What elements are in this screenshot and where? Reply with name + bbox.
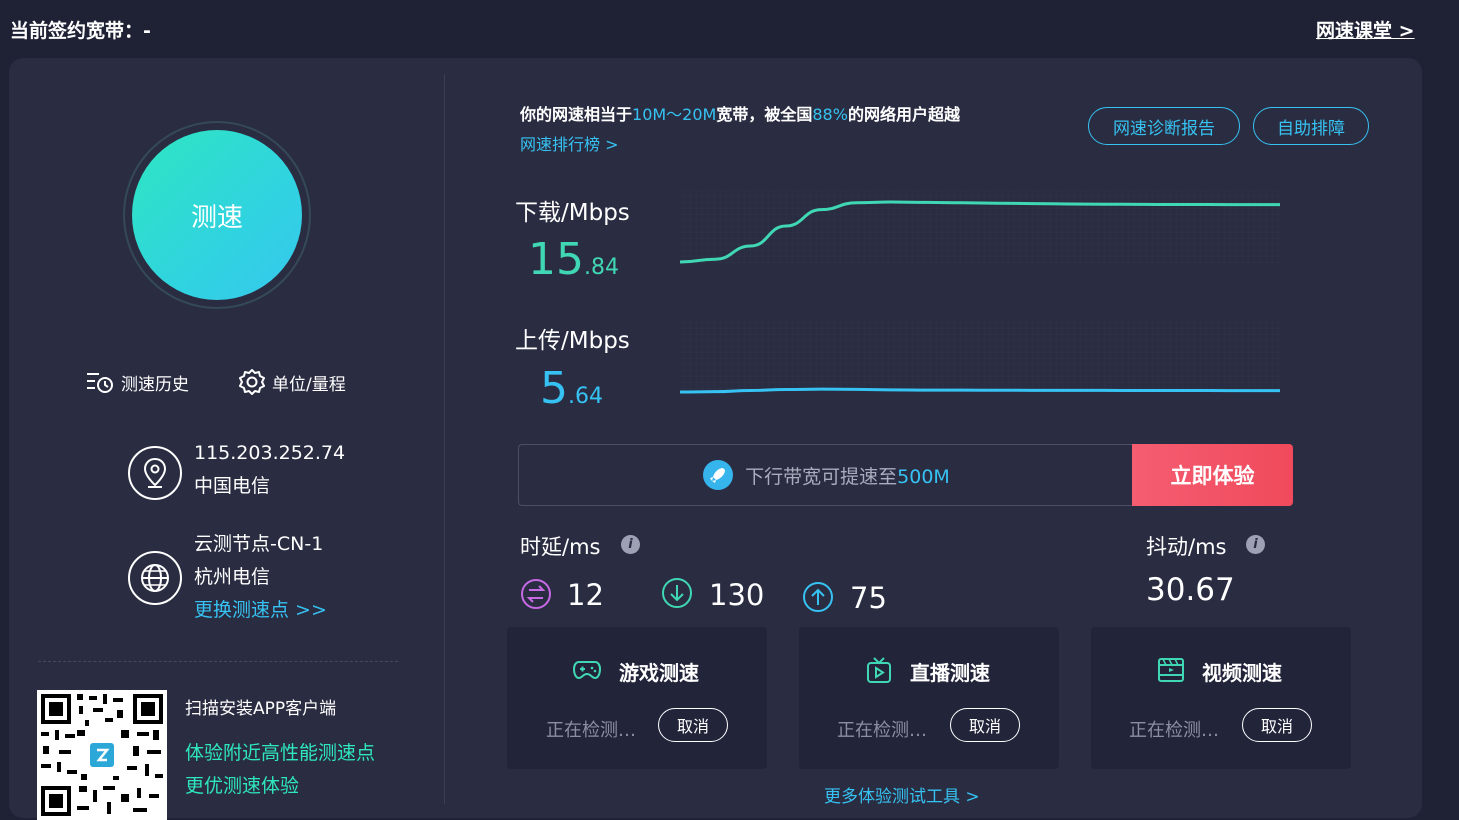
down-latency-value: 130 xyxy=(709,578,765,612)
speed-chart xyxy=(679,190,1281,394)
speed-course-link[interactable]: 网速课堂 > xyxy=(1316,16,1415,43)
video-test-card: 视频测速 正在检测… 取消 xyxy=(1091,627,1351,769)
upload-series-line xyxy=(679,387,1281,394)
live-test-cancel-button[interactable]: 取消 xyxy=(950,708,1020,742)
test-node-isp: 杭州电信 xyxy=(194,566,271,588)
live-test-status: 正在检测… xyxy=(837,720,927,741)
speed-summary: 你的网速相当于10M～20M宽带，被全国88%的网络用户超越 xyxy=(520,101,960,125)
qr-code xyxy=(37,690,167,820)
download-int: 15 xyxy=(528,234,584,285)
try-now-button[interactable]: 立即体验 xyxy=(1132,444,1293,506)
upload-chart-grid xyxy=(680,320,1280,390)
promo-value: 500M xyxy=(897,465,950,488)
tv-icon xyxy=(866,656,892,688)
upload-value: 5.64 xyxy=(540,363,603,414)
latency-info-icon[interactable]: i xyxy=(621,535,640,554)
arrow-down-circle-icon xyxy=(661,577,693,613)
history-list-icon xyxy=(87,373,113,393)
location-icon xyxy=(128,446,182,500)
contract-bandwidth-label: 当前签约宽带：- xyxy=(10,20,151,42)
summary-suffix: 的网络用户超越 xyxy=(847,105,960,124)
jitter-info-icon[interactable]: i xyxy=(1246,535,1265,554)
live-test-title: 直播测速 xyxy=(910,661,990,685)
horizontal-divider xyxy=(38,661,398,662)
video-test-status: 正在检测… xyxy=(1129,720,1219,741)
game-test-status: 正在检测… xyxy=(546,720,636,741)
download-chart-grid xyxy=(680,190,1280,263)
self-troubleshoot-button[interactable]: 自助排障 xyxy=(1253,107,1369,145)
diagnosis-report-button[interactable]: 网速诊断报告 xyxy=(1088,107,1240,145)
promo-banner: 下行带宽可提速至500M xyxy=(518,444,1134,506)
test-node-name: 云测节点-CN-1 xyxy=(194,533,324,555)
test-history-label: 测速历史 xyxy=(121,374,189,395)
change-node-link[interactable]: 更换测速点 >> xyxy=(194,594,327,627)
upload-dec: .64 xyxy=(568,384,603,409)
qr-benefit-2: 更优测速体验 xyxy=(185,775,300,797)
live-test-card: 直播测速 正在检测… 取消 xyxy=(799,627,1059,769)
qr-benefit-1: 体验附近高性能测速点 xyxy=(185,742,376,764)
game-test-card: 游戏测速 正在检测… 取消 xyxy=(507,627,767,769)
summary-bandwidth: 10M～20M xyxy=(632,105,717,124)
unit-range-button[interactable]: 单位/量程 xyxy=(238,368,346,396)
game-test-cancel-button[interactable]: 取消 xyxy=(658,708,728,742)
globe-icon xyxy=(128,551,182,605)
ranking-link[interactable]: 网速排行榜 > xyxy=(520,131,619,155)
video-test-cancel-button[interactable]: 取消 xyxy=(1242,708,1312,742)
unit-range-label: 单位/量程 xyxy=(272,374,346,395)
download-label: 下载/Mbps xyxy=(515,200,630,226)
qr-title: 扫描安装APP客户端 xyxy=(185,699,337,719)
jitter-value: 30.67 xyxy=(1146,572,1235,608)
jitter-label: 抖动/ms xyxy=(1146,535,1227,559)
ip-address: 115.203.252.74 xyxy=(194,442,346,464)
game-test-title: 游戏测速 xyxy=(619,661,699,685)
arrow-up-circle-icon xyxy=(802,581,834,617)
summary-middle: 宽带，被全国 xyxy=(716,105,813,124)
rocket-icon xyxy=(703,460,734,490)
upload-int: 5 xyxy=(540,363,568,414)
film-icon xyxy=(1157,656,1185,688)
upload-label: 上传/Mbps xyxy=(515,328,630,354)
summary-percent: 88% xyxy=(812,105,848,124)
up-latency-value: 75 xyxy=(850,581,887,615)
latency-label: 时延/ms xyxy=(520,535,601,559)
video-test-title: 视频测速 xyxy=(1202,661,1282,685)
gear-icon xyxy=(239,369,265,395)
test-history-button[interactable]: 测速历史 xyxy=(85,368,189,396)
swap-icon xyxy=(520,578,552,614)
more-tools-link[interactable]: 更多体验测试工具 > xyxy=(824,782,980,807)
summary-prefix: 你的网速相当于 xyxy=(520,105,633,124)
isp-name: 中国电信 xyxy=(194,475,271,497)
vertical-divider xyxy=(444,74,445,804)
download-value: 15.84 xyxy=(528,234,619,285)
gamepad-icon xyxy=(572,656,602,686)
promo-text: 下行带宽可提速至 xyxy=(745,465,898,488)
ping-value: 12 xyxy=(567,578,604,612)
start-test-button[interactable]: 测速 xyxy=(132,130,302,300)
download-dec: .84 xyxy=(584,255,619,280)
